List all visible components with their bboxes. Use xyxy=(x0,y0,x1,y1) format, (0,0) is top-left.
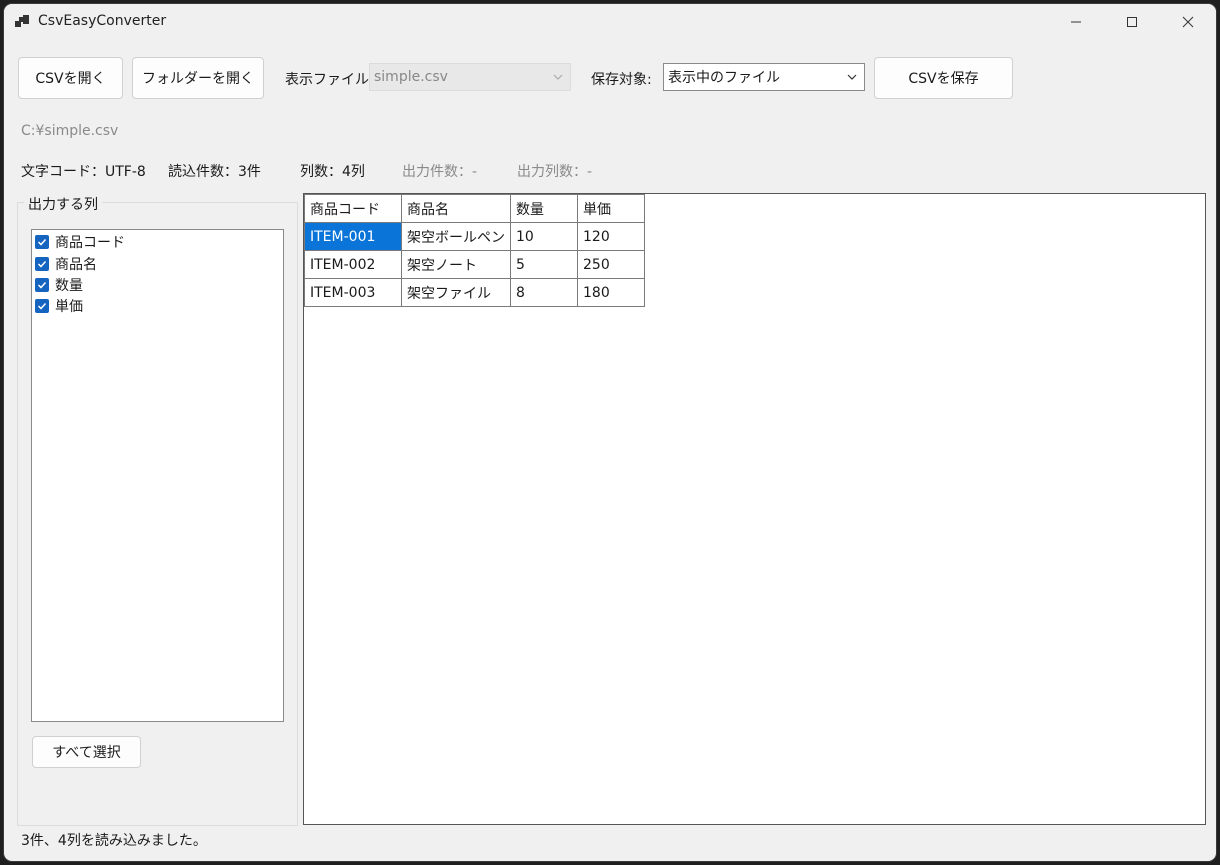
display-file-select[interactable]: simple.csv xyxy=(369,63,571,91)
table-cell[interactable]: 架空ボールペン xyxy=(401,222,511,251)
columns-checklist[interactable]: 商品コード 商品名 数量 単価 xyxy=(31,229,284,722)
checkbox-checked-icon[interactable] xyxy=(35,235,49,249)
column-item-label: 商品名 xyxy=(55,257,97,273)
select-all-button[interactable]: すべて選択 xyxy=(32,736,141,768)
status-message: 3件、4列を読み込みました。 xyxy=(21,833,207,849)
chevron-down-icon xyxy=(847,74,857,80)
table-cell[interactable]: 8 xyxy=(510,278,578,307)
open-csv-button[interactable]: CSVを開く xyxy=(18,57,123,99)
save-target-label: 保存対象: xyxy=(591,72,652,88)
table-cell[interactable]: ITEM-003 xyxy=(304,278,402,307)
checkbox-checked-icon[interactable] xyxy=(35,299,49,313)
table-cell-selected[interactable]: ITEM-001 xyxy=(304,222,402,251)
minimize-icon xyxy=(1071,21,1081,23)
maximize-button[interactable] xyxy=(1104,4,1160,40)
output-count-info: 出力件数：- xyxy=(402,164,478,180)
column-item-label: 数量 xyxy=(55,278,83,294)
read-count-info: 読込件数：3件 xyxy=(168,164,261,180)
table-cell[interactable]: 5 xyxy=(510,250,578,279)
column-header[interactable]: 商品コード xyxy=(304,194,402,223)
output-column-count-info: 出力列数：- xyxy=(517,164,593,180)
app-icon xyxy=(15,15,29,27)
column-item-label: 商品コード xyxy=(55,235,125,251)
window-title: CsvEasyConverter xyxy=(38,13,167,29)
column-item[interactable]: 商品名 xyxy=(35,254,97,274)
table-cell[interactable]: 10 xyxy=(510,222,578,251)
column-header[interactable]: 数量 xyxy=(510,194,578,223)
app-window: CsvEasyConverter CSVを開く フォルダーを開く 表示ファイル:… xyxy=(4,4,1216,861)
save-target-select[interactable]: 表示中のファイル xyxy=(663,63,865,91)
column-item[interactable]: 単価 xyxy=(35,296,83,316)
close-icon xyxy=(1182,16,1194,28)
save-target-value: 表示中のファイル xyxy=(668,70,780,86)
table-cell[interactable]: ITEM-002 xyxy=(304,250,402,279)
encoding-info: 文字コード：UTF-8 xyxy=(21,164,146,180)
table-row[interactable]: ITEM-003 架空ファイル 8 180 xyxy=(304,278,645,307)
column-item[interactable]: 数量 xyxy=(35,275,83,295)
checkbox-checked-icon[interactable] xyxy=(35,257,49,271)
checkbox-checked-icon[interactable] xyxy=(35,278,49,292)
data-grid[interactable]: 商品コード 商品名 数量 単価 ITEM-001 架空ボールペン 10 120 … xyxy=(303,193,1206,825)
column-item-label: 単価 xyxy=(55,299,83,315)
data-table: 商品コード 商品名 数量 単価 ITEM-001 架空ボールペン 10 120 … xyxy=(304,194,645,307)
column-header[interactable]: 単価 xyxy=(577,194,645,223)
table-row[interactable]: ITEM-002 架空ノート 5 250 xyxy=(304,250,645,279)
table-cell[interactable]: 架空ノート xyxy=(401,250,511,279)
table-header-row: 商品コード 商品名 数量 単価 xyxy=(304,194,645,223)
table-cell[interactable]: 250 xyxy=(577,250,645,279)
column-item[interactable]: 商品コード xyxy=(35,232,125,252)
display-file-label: 表示ファイル: xyxy=(285,72,374,88)
column-header[interactable]: 商品名 xyxy=(401,194,511,223)
maximize-icon xyxy=(1127,17,1137,27)
display-file-value: simple.csv xyxy=(374,69,448,85)
save-csv-button[interactable]: CSVを保存 xyxy=(874,57,1013,99)
minimize-button[interactable] xyxy=(1048,4,1104,40)
table-cell[interactable]: 120 xyxy=(577,222,645,251)
table-cell[interactable]: 架空ファイル xyxy=(401,278,511,307)
table-cell[interactable]: 180 xyxy=(577,278,645,307)
column-count-info: 列数：4列 xyxy=(300,164,365,180)
table-row[interactable]: ITEM-001 架空ボールペン 10 120 xyxy=(304,222,645,251)
output-columns-title: 出力する列 xyxy=(24,194,102,214)
title-bar[interactable]: CsvEasyConverter xyxy=(4,4,1216,40)
open-folder-button[interactable]: フォルダーを開く xyxy=(132,57,264,99)
chevron-down-icon xyxy=(553,74,563,80)
close-button[interactable] xyxy=(1160,4,1216,40)
file-path: C:¥simple.csv xyxy=(21,123,119,139)
